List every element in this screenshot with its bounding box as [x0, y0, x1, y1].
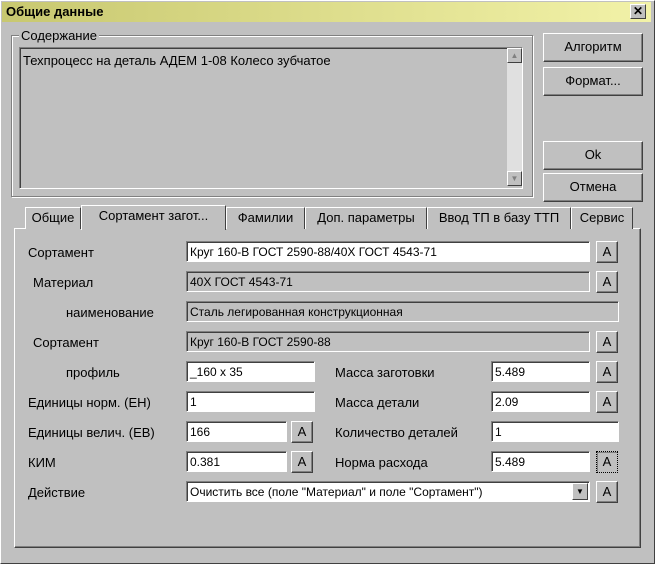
sortament2-field: Круг 160-В ГОСТ 2590-88 — [186, 331, 590, 352]
sortament2-a-button[interactable]: А — [596, 331, 618, 353]
content-group-label: Содержание — [19, 28, 99, 43]
deistvie-label: Действие — [28, 485, 86, 500]
tab-service[interactable]: Сервис — [571, 207, 633, 229]
dropdown-arrow-icon[interactable]: ▼ — [572, 483, 588, 500]
cancel-button[interactable]: Отмена — [543, 173, 643, 202]
tab-names[interactable]: Фамилии — [226, 207, 305, 229]
edinicy-velich-a-button[interactable]: А — [291, 421, 313, 443]
norma-input[interactable]: 5.489 — [491, 451, 590, 472]
memo-scrollbar[interactable]: ▲ ▼ — [507, 48, 522, 186]
naimenovanie-label: наименование — [66, 305, 154, 320]
content-memo[interactable]: Техпроцесс на деталь АДЕМ 1-08 Колесо зу… — [19, 47, 523, 189]
scroll-up-icon[interactable]: ▲ — [507, 48, 522, 63]
massa-zagotovki-label: Масса заготовки — [335, 365, 435, 380]
sortament-a-button[interactable]: А — [596, 241, 618, 263]
tab-import-ttp[interactable]: Ввод ТП в базу ТТП — [427, 207, 571, 229]
material-label: Материал — [33, 275, 94, 290]
sortament-input[interactable]: Круг 160-В ГОСТ 2590-88/40Х ГОСТ 4543-71 — [186, 241, 590, 262]
close-button[interactable]: ✕ — [630, 4, 646, 19]
sortament-label: Сортамент — [28, 245, 94, 260]
naimenovanie-field: Сталь легированная конструкционная — [186, 301, 619, 322]
profil-label: профиль — [66, 365, 120, 380]
scroll-down-icon[interactable]: ▼ — [507, 171, 522, 186]
content-text: Техпроцесс на деталь АДЕМ 1-08 Колесо зу… — [23, 53, 331, 68]
material-a-button[interactable]: А — [596, 271, 618, 293]
algorithm-button[interactable]: Алгоритм — [543, 33, 643, 62]
tab-extra-params[interactable]: Доп. параметры — [305, 207, 427, 229]
norma-label: Норма расхода — [335, 455, 428, 470]
deistvie-a-button[interactable]: А — [596, 481, 618, 503]
deistvie-selected-value: Очистить все (поле "Материал" и поле "Со… — [190, 485, 483, 499]
massa-detali-input[interactable]: 2.09 — [491, 391, 590, 412]
massa-detali-label: Масса детали — [335, 395, 420, 410]
kim-label: КИМ — [28, 455, 56, 470]
massa-detali-a-button[interactable]: А — [596, 391, 618, 413]
window-title: Общие данные — [6, 4, 104, 19]
kolichestvo-label: Количество деталей — [335, 425, 458, 440]
kolichestvo-input[interactable]: 1 — [491, 421, 619, 442]
profil-input[interactable]: _160 x 35 — [186, 361, 315, 382]
edinicy-velich-input[interactable]: 166 — [186, 421, 287, 442]
deistvie-select[interactable]: Очистить все (поле "Материал" и поле "Со… — [186, 481, 590, 502]
tab-general[interactable]: Общие — [25, 207, 81, 229]
edinicy-velich-label: Единицы велич. (ЕВ) — [28, 425, 155, 440]
kim-input[interactable]: 0.381 — [186, 451, 287, 472]
ok-button[interactable]: Ok — [543, 141, 643, 170]
edinicy-norm-input[interactable]: 1 — [186, 391, 315, 412]
massa-zagotovki-input[interactable]: 5.489 — [491, 361, 590, 382]
title-bar[interactable]: Общие данные — [2, 2, 651, 22]
sortament2-label: Сортамент — [33, 335, 99, 350]
tab-sortament[interactable]: Сортамент загот... — [81, 205, 226, 230]
norma-a-button[interactable]: А — [596, 451, 618, 473]
massa-zagotovki-a-button[interactable]: А — [596, 361, 618, 383]
edinicy-norm-label: Единицы норм. (ЕН) — [28, 395, 151, 410]
material-field: 40Х ГОСТ 4543-71 — [186, 271, 590, 292]
kim-a-button[interactable]: А — [291, 451, 313, 473]
format-button[interactable]: Формат... — [543, 67, 643, 96]
